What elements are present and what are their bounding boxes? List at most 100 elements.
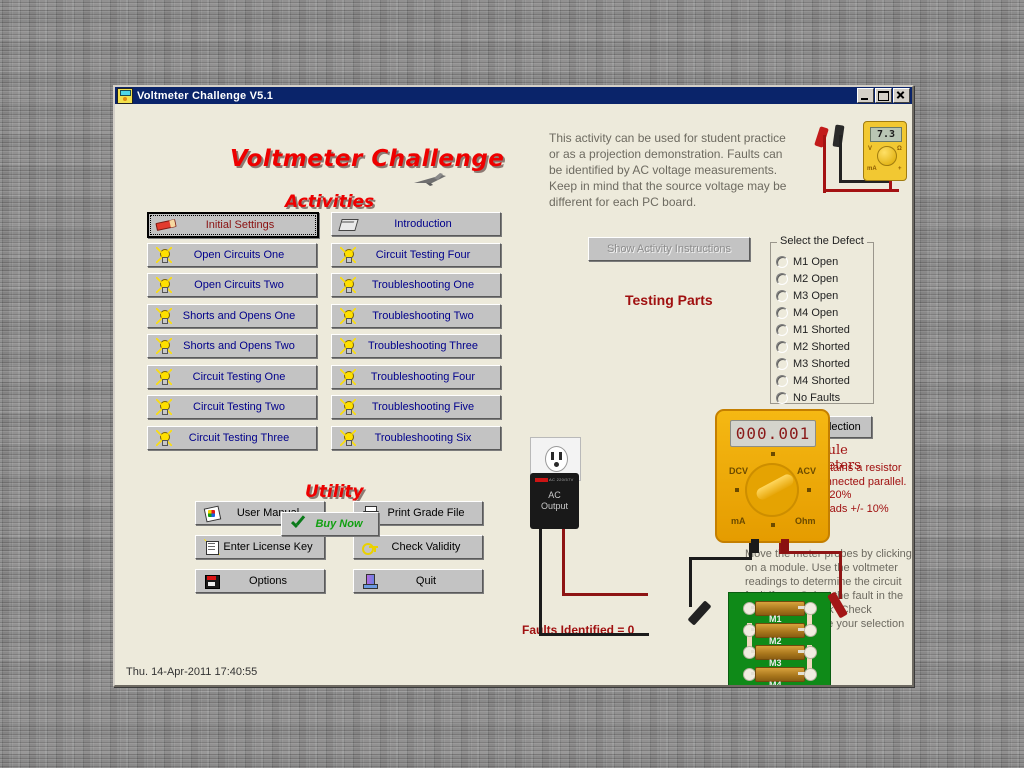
multimeter-rotary-dial[interactable]	[745, 463, 799, 517]
utility-button-label: Quit	[415, 575, 437, 587]
lightbulb-icon	[340, 399, 356, 415]
black-lead-wire	[839, 135, 842, 183]
buy-now-button[interactable]: Buy Now	[281, 512, 379, 536]
close-button[interactable]	[893, 88, 910, 103]
meter-icon-label-plus: +	[898, 166, 902, 172]
activity-button-label: Shorts and Opens One	[182, 309, 296, 322]
dial-label-dcv: DCV	[729, 466, 749, 476]
lightbulb-icon	[340, 307, 356, 324]
defect-option-m4-open[interactable]: M4 Open	[771, 305, 873, 321]
activity-button-label: Initial Settings	[205, 219, 275, 231]
defect-option-m3-open[interactable]: M3 Open	[771, 288, 873, 304]
activity-button-label: Troubleshooting Four	[370, 370, 476, 383]
meter-black-lead-horizontal	[689, 557, 752, 560]
activity-button-troubleshooting-one[interactable]: Troubleshooting One	[331, 273, 501, 297]
minimize-button[interactable]	[857, 88, 874, 103]
defect-option-m1-open[interactable]: M1 Open	[771, 254, 873, 270]
radio-button[interactable]	[776, 290, 788, 302]
activity-description: This activity can be used for student pr…	[549, 131, 787, 209]
defect-option-m2-shorted[interactable]: M2 Shorted	[771, 339, 873, 355]
lightbulb-icon	[340, 338, 356, 354]
radio-button[interactable]	[776, 341, 788, 353]
defect-option-m4-shorted[interactable]: M4 Shorted	[771, 373, 873, 389]
activity-button-troubleshooting-three[interactable]: Troubleshooting Three	[331, 334, 501, 358]
ac-source-label: AC Output	[530, 490, 579, 512]
utility-button-label: Options	[249, 575, 287, 587]
dial-mark-left	[735, 488, 739, 492]
page-title: Voltmeter Challenge	[230, 146, 505, 172]
activity-button-label: Introduction	[394, 218, 452, 230]
activity-button-troubleshooting-two[interactable]: Troubleshooting Two	[331, 303, 501, 328]
show-activity-instructions-button[interactable]: Show Activity Instructions	[588, 237, 750, 261]
defect-option-m2-open[interactable]: M2 Open	[771, 271, 873, 287]
activity-button-open-circuits-two[interactable]: Open Circuits Two	[147, 273, 317, 297]
activity-button-circuit-testing-two[interactable]: Circuit Testing Two	[147, 395, 317, 419]
defect-option-m3-shorted[interactable]: M3 Shorted	[771, 356, 873, 372]
black-jack	[751, 539, 759, 553]
title-bar[interactable]: Voltmeter Challenge V5.1	[115, 87, 912, 104]
radio-button[interactable]	[776, 324, 788, 336]
lightbulb-icon	[340, 246, 356, 263]
utility-button-check-validity[interactable]: Check Validity	[353, 535, 483, 559]
pcb-module-m4[interactable]: M4	[743, 667, 817, 685]
radio-button[interactable]	[776, 375, 788, 387]
lightbulb-icon	[340, 277, 356, 293]
utility-button-quit[interactable]: Quit	[353, 569, 483, 593]
ac-black-wire-down	[539, 524, 542, 636]
circuit-diagram[interactable]: AC 220/57V AC Output 000.001 DCV ACV mA …	[515, 314, 848, 685]
lightbulb-icon	[156, 307, 172, 324]
activity-button-shorts-and-opens-two[interactable]: Shorts and Opens Two	[147, 334, 317, 358]
radio-button[interactable]	[776, 358, 788, 370]
pcb-module-m1[interactable]: M1	[743, 601, 817, 624]
pcb-module-m3[interactable]: M3	[743, 645, 817, 668]
utility-button-options[interactable]: Options	[195, 569, 325, 593]
radio-button[interactable]	[776, 392, 788, 404]
bench-multimeter[interactable]: 000.001 DCV ACV mA Ohm	[715, 409, 830, 553]
meter-icon-display: 7.3	[870, 127, 902, 142]
defect-option-label: M4 Open	[793, 307, 839, 319]
ac-source-block[interactable]: AC 220/57V AC Output	[530, 437, 581, 529]
activity-button-circuit-testing-four[interactable]: Circuit Testing Four	[331, 242, 501, 267]
ac-source-rating-text: AC 220/57V	[549, 477, 574, 482]
dial-label-acv: ACV	[797, 466, 817, 476]
activity-button-open-circuits-one[interactable]: Open Circuits One	[147, 242, 317, 267]
license-icon	[204, 539, 220, 555]
outlet-socket-icon	[545, 446, 568, 472]
utility-button-label: Check Validity	[391, 541, 461, 553]
ac-red-wire-down	[562, 524, 565, 596]
meter-red-lead-drop	[839, 551, 842, 599]
module-pad-right	[804, 646, 817, 659]
dial-label-ohm: Ohm	[795, 516, 816, 526]
red-probe-tip-icon	[814, 126, 829, 148]
ac-black-wire-across	[539, 633, 649, 636]
activity-button-label: Troubleshooting One	[371, 279, 475, 291]
activity-button-troubleshooting-five[interactable]: Troubleshooting Five	[331, 395, 501, 419]
activity-button-label: Circuit Testing Two	[193, 401, 285, 413]
pc-board[interactable]: M1 M2 M3 M4	[728, 592, 831, 685]
key-icon	[362, 539, 378, 555]
radio-button[interactable]	[776, 307, 788, 319]
activity-button-initial-settings[interactable]: Initial Settings	[147, 212, 319, 238]
defect-option-no-faults[interactable]: No Faults	[771, 390, 873, 406]
radio-button[interactable]	[776, 256, 788, 268]
activity-button-label: Circuit Testing Four	[375, 248, 471, 261]
outlet-slot-right	[559, 452, 562, 460]
multimeter-display: 000.001	[730, 420, 816, 447]
red-lead-wire-horizontal	[823, 189, 899, 192]
maximize-button[interactable]	[875, 88, 892, 103]
activity-button-shorts-and-opens-one[interactable]: Shorts and Opens One	[147, 303, 317, 328]
activity-button-label: Open Circuits Two	[194, 279, 284, 291]
activity-button-circuit-testing-one[interactable]: Circuit Testing One	[147, 364, 317, 389]
defect-option-label: No Faults	[793, 392, 841, 404]
pcb-module-m2[interactable]: M2	[743, 623, 817, 646]
radio-button[interactable]	[776, 273, 788, 285]
activity-button-troubleshooting-six[interactable]: Troubleshooting Six	[331, 425, 501, 450]
defect-option-m1-shorted[interactable]: M1 Shorted	[771, 322, 873, 338]
meter-icon-dial	[877, 146, 897, 166]
activity-button-circuit-testing-three[interactable]: Circuit Testing Three	[147, 425, 317, 450]
activity-button-label: Shorts and Opens Two	[183, 340, 295, 352]
utility-button-enter-license-key[interactable]: Enter License Key	[195, 535, 325, 559]
outlet-ground-pin	[554, 462, 559, 467]
activity-button-introduction[interactable]: Introduction	[331, 212, 501, 236]
activity-button-troubleshooting-four[interactable]: Troubleshooting Four	[331, 364, 501, 389]
